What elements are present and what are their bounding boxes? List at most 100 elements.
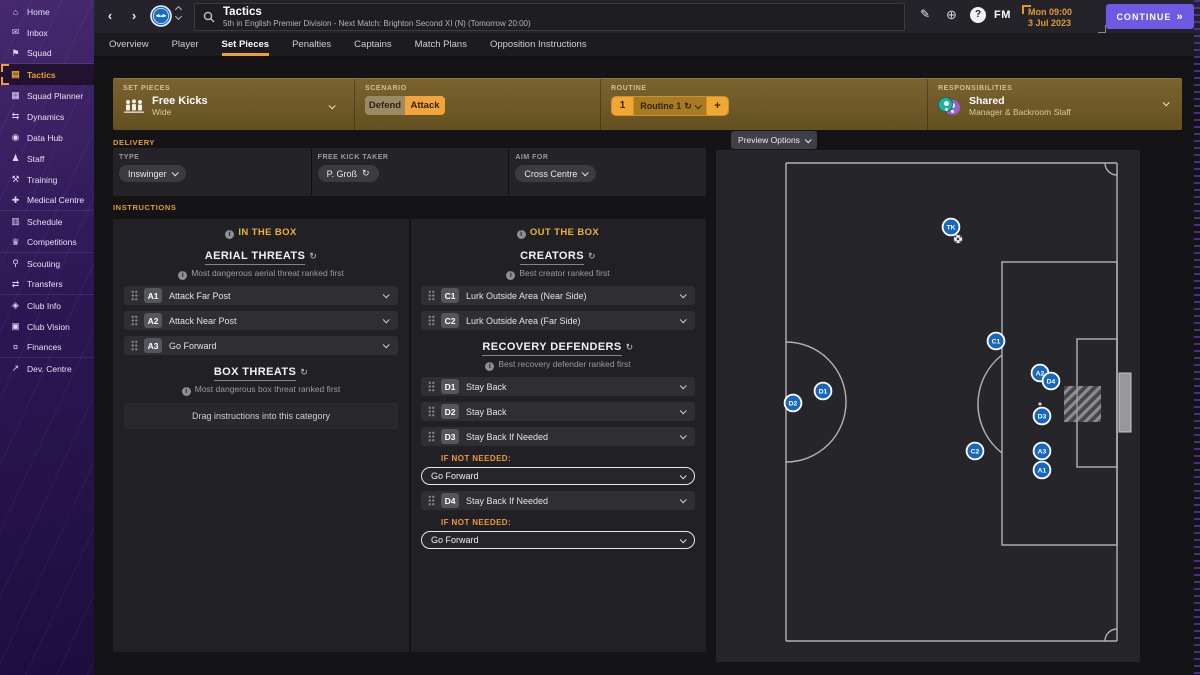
- page-subtitle: 5th in English Premier Division - Next M…: [223, 18, 531, 28]
- sidebar-item-inbox[interactable]: ✉ Inbox: [0, 22, 94, 43]
- competitions-icon: ♛: [11, 236, 20, 247]
- aim-for-dropdown[interactable]: Cross Centre: [515, 165, 597, 182]
- sidebar-item-home[interactable]: ⌂ Home: [0, 1, 94, 22]
- instruction-row-d2[interactable]: D2 Stay Back: [421, 402, 695, 421]
- sidebar-item-label: Club Info: [27, 300, 62, 311]
- in-the-box-text: IN THE BOX: [238, 227, 297, 238]
- player-marker-d1[interactable]: D1: [813, 381, 833, 401]
- drag-handle-icon[interactable]: [428, 495, 435, 506]
- slot-badge: C2: [441, 313, 459, 328]
- sidebar-item-medical-centre[interactable]: ✚ Medical Centre: [0, 190, 94, 211]
- staff-icon: ♟: [11, 153, 20, 163]
- edit-icon[interactable]: ✎: [920, 7, 930, 21]
- free-kick-taker-value: P. Groß: [326, 168, 358, 179]
- player-marker-d2[interactable]: D2: [783, 393, 803, 413]
- add-routine-button[interactable]: +: [707, 97, 728, 115]
- drag-handle-icon[interactable]: [131, 340, 138, 351]
- player-marker-d4[interactable]: D4: [1041, 371, 1061, 391]
- sidebar-item-label: Training: [27, 174, 58, 185]
- player-marker-c2[interactable]: C2: [965, 441, 985, 461]
- attack-toggle[interactable]: Attack: [405, 96, 445, 115]
- instruction-row-a3[interactable]: A3 Go Forward: [124, 336, 398, 355]
- set-pieces-label: SET PIECES: [123, 85, 171, 92]
- tab-match-plans[interactable]: Match Plans: [415, 33, 467, 56]
- tab-penalties[interactable]: Penalties: [292, 33, 331, 56]
- instruction-row-c1[interactable]: C1 Lurk Outside Area (Near Side): [421, 286, 695, 305]
- player-marker-d3[interactable]: D3: [1032, 406, 1052, 426]
- delivery-type-dropdown[interactable]: Inswinger: [119, 165, 186, 182]
- svg-text:D1: D1: [819, 389, 828, 396]
- sidebar-item-club-vision[interactable]: ▣ Club Vision: [0, 316, 94, 337]
- if-not-needed-dropdown[interactable]: Go Forward: [421, 467, 695, 485]
- aerial-threats-hint: i Most dangerous aerial threat ranked fir…: [124, 268, 398, 280]
- tab-captains[interactable]: Captains: [354, 33, 392, 56]
- top-bar: ‹ › Tactics 5th in English Premier Divis…: [94, 0, 1200, 33]
- sidebar-item-training[interactable]: ⚒ Training: [0, 169, 94, 190]
- drag-handle-icon[interactable]: [428, 290, 435, 301]
- aim-for-label: AIM FOR: [515, 154, 549, 161]
- back-button[interactable]: ‹: [102, 8, 118, 24]
- defend-toggle[interactable]: Defend: [365, 96, 405, 115]
- info-icon: i: [516, 230, 526, 239]
- drag-handle-icon[interactable]: [428, 381, 435, 392]
- responsibilities-dropdown[interactable]: Shared Manager & Backroom Staff: [938, 95, 1172, 117]
- scenario-toggle: Defend Attack: [365, 96, 445, 115]
- player-marker-a3[interactable]: A3: [1032, 441, 1052, 461]
- drag-handle-icon[interactable]: [428, 431, 435, 442]
- sidebar-item-tactics[interactable]: ▤ Tactics: [0, 64, 94, 85]
- drag-handle-icon[interactable]: [428, 406, 435, 417]
- aerial-threats-text: AERIAL THREATS: [204, 250, 306, 265]
- instruction-row-d1[interactable]: D1 Stay Back: [421, 377, 695, 396]
- drag-handle-icon[interactable]: [428, 315, 435, 326]
- drag-handle-icon[interactable]: [131, 315, 138, 326]
- tab-player[interactable]: Player: [172, 33, 199, 56]
- sidebar-item-scouting[interactable]: ⚲ Scouting: [0, 253, 94, 274]
- drag-drop-zone[interactable]: Drag instructions into this category: [124, 403, 398, 429]
- if-not-needed-dropdown[interactable]: Go Forward: [421, 531, 695, 549]
- help-icon[interactable]: ?: [970, 7, 986, 23]
- player-marker-c1[interactable]: C1: [986, 331, 1006, 351]
- instruction-row-d4[interactable]: D4 Stay Back If Needed: [421, 491, 695, 510]
- set-piece-type-dropdown[interactable]: Free Kicks Wide: [123, 95, 344, 117]
- instruction-row-a1[interactable]: A1 Attack Far Post: [124, 286, 398, 305]
- team-switcher[interactable]: [174, 5, 183, 21]
- club-info-icon: ◈: [12, 300, 19, 310]
- instruction-row-c2[interactable]: C2 Lurk Outside Area (Far Side): [421, 311, 695, 330]
- routine-number-button[interactable]: 1: [612, 97, 633, 115]
- sidebar-item-dynamics[interactable]: ⇆ Dynamics: [0, 106, 94, 127]
- sidebar-item-competitions[interactable]: ♛ Competitions: [0, 232, 94, 253]
- delivery-section-label: DELIVERY: [113, 138, 156, 147]
- instruction-row-d3[interactable]: D3 Stay Back If Needed: [421, 427, 695, 446]
- search-icon: [203, 11, 215, 23]
- sidebar-item-squad-planner[interactable]: ▦ Squad Planner: [0, 85, 94, 106]
- forward-button[interactable]: ›: [126, 8, 142, 24]
- sidebar-item-finances[interactable]: ¤ Finances: [0, 337, 94, 358]
- sidebar-item-club-info[interactable]: ◈ Club Info: [0, 295, 94, 316]
- routine-dropdown[interactable]: Routine 1: [633, 97, 707, 115]
- world-icon[interactable]: ⊕: [946, 7, 957, 23]
- fm-logo[interactable]: FM: [994, 9, 1011, 21]
- sidebar-item-dev-centre[interactable]: ↗ Dev. Centre: [0, 358, 94, 379]
- sidebar-item-squad[interactable]: ⚑ Squad: [0, 43, 94, 64]
- tab-opposition-instructions[interactable]: Opposition Instructions: [490, 33, 587, 56]
- refresh-icon: [684, 101, 692, 112]
- sidebar-item-data-hub[interactable]: ◉ Data Hub: [0, 127, 94, 148]
- player-marker-a1[interactable]: A1: [1032, 460, 1052, 480]
- player-marker-tk[interactable]: TK: [941, 217, 961, 237]
- inbox-icon: ✉: [11, 27, 20, 37]
- fm-tactics-screen: ⌂ Home ✉ Inbox ⚑ Squad ▤ Tactics ▦ Squad Plan…: [0, 0, 1200, 675]
- refresh-icon: [309, 250, 317, 262]
- instruction-row-a2[interactable]: A2 Attack Near Post: [124, 311, 398, 330]
- sidebar-item-label: Data Hub: [27, 132, 63, 143]
- sidebar-item-staff[interactable]: ♟ Staff: [0, 148, 94, 169]
- tab-set-pieces[interactable]: Set Pieces: [221, 33, 270, 56]
- sidebar-item-transfers[interactable]: ⇄ Transfers: [0, 274, 94, 295]
- continue-button[interactable]: CONTINUE: [1106, 4, 1194, 29]
- club-badge-icon[interactable]: [150, 5, 172, 27]
- drag-handle-icon[interactable]: [131, 290, 138, 301]
- sidebar-item-schedule[interactable]: ▥ Schedule: [0, 211, 94, 232]
- free-kick-taker-selector[interactable]: P. Groß: [317, 165, 379, 182]
- tab-overview[interactable]: Overview: [109, 33, 149, 56]
- routine-section: ROUTINE 1 Routine 1 +: [600, 79, 927, 130]
- title-search-box[interactable]: Tactics 5th in English Premier Division …: [194, 3, 905, 31]
